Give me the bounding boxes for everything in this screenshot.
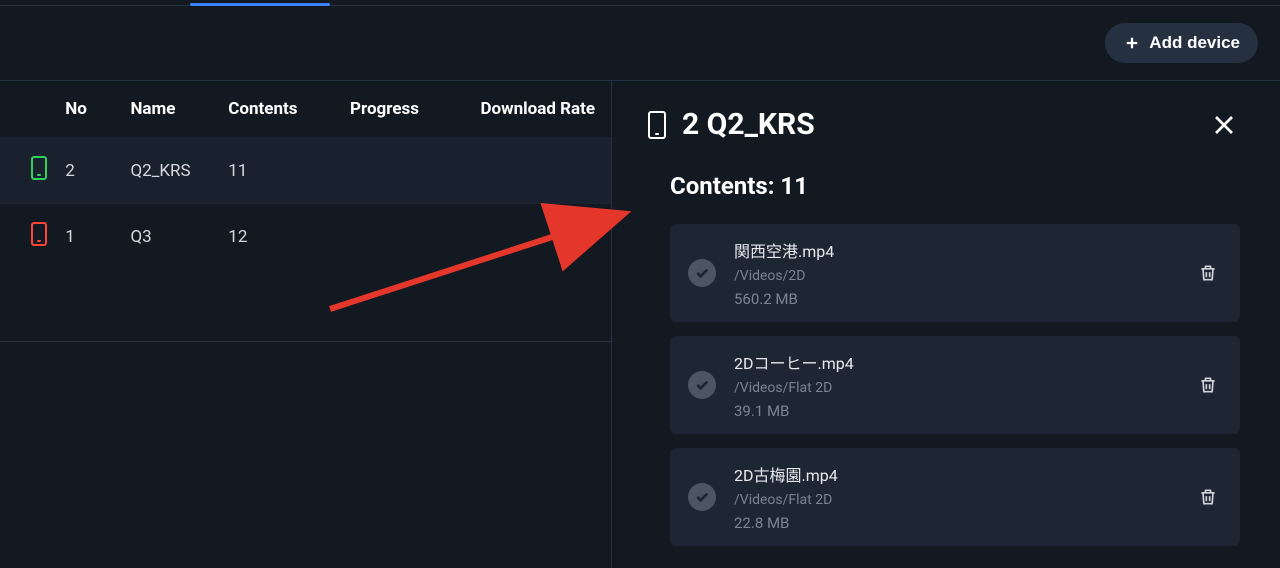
delete-button[interactable] — [1194, 483, 1222, 511]
detail-panel: 2 Q2_KRS Contents: 11 関西空港.mp4 /Videos/2… — [612, 80, 1280, 568]
phone-icon — [648, 111, 666, 139]
col-name: Name — [130, 81, 228, 138]
file-size: 39.1 MB — [734, 402, 1176, 420]
table-row[interactable]: 1 Q3 12 — [0, 204, 611, 270]
contents-count-label: Contents: 11 — [670, 172, 1244, 200]
close-button[interactable] — [1208, 109, 1240, 141]
tab-strip — [0, 0, 1280, 6]
delete-button[interactable] — [1194, 259, 1222, 287]
list-item[interactable]: 2Dコーヒー.mp4 /Videos/Flat 2D 39.1 MB — [670, 336, 1240, 434]
trash-icon — [1198, 487, 1218, 507]
cell-no: 1 — [65, 204, 130, 270]
active-tab-indicator — [190, 3, 330, 6]
file-name: 2D古梅園.mp4 — [734, 462, 1176, 486]
file-list: 関西空港.mp4 /Videos/2D 560.2 MB 2Dコーヒー.mp4 … — [670, 224, 1240, 546]
cell-contents: 12 — [228, 204, 350, 270]
file-path: /Videos/2D — [734, 268, 1176, 284]
col-download-rate: Download Rate — [480, 81, 611, 138]
trash-icon — [1198, 263, 1218, 283]
cell-contents: 11 — [228, 138, 350, 204]
file-name: 関西空港.mp4 — [734, 238, 1176, 262]
trash-icon — [1198, 375, 1218, 395]
file-path: /Videos/Flat 2D — [734, 380, 1176, 396]
file-path: /Videos/Flat 2D — [734, 492, 1176, 508]
list-item[interactable]: 2D古梅園.mp4 /Videos/Flat 2D 22.8 MB — [670, 448, 1240, 546]
col-contents: Contents — [228, 81, 350, 138]
check-circle-icon — [688, 371, 716, 399]
check-circle-icon — [688, 259, 716, 287]
check-circle-icon — [688, 483, 716, 511]
plus-icon — [1123, 34, 1141, 52]
col-progress: Progress — [350, 81, 480, 138]
cell-no: 2 — [65, 138, 130, 204]
delete-button[interactable] — [1194, 371, 1222, 399]
list-item[interactable]: 関西空港.mp4 /Videos/2D 560.2 MB — [670, 224, 1240, 322]
file-size: 22.8 MB — [734, 514, 1176, 532]
device-table-panel: No Name Contents Progress Download Rate … — [0, 80, 612, 568]
close-icon — [1208, 109, 1240, 141]
cell-name: Q2_KRS — [130, 138, 228, 204]
phone-icon — [31, 222, 47, 246]
file-name: 2Dコーヒー.mp4 — [734, 350, 1176, 374]
file-size: 560.2 MB — [734, 290, 1176, 308]
add-device-button[interactable]: Add device — [1105, 23, 1258, 63]
device-table: No Name Contents Progress Download Rate … — [0, 81, 611, 269]
add-device-label: Add device — [1149, 33, 1240, 53]
phone-icon — [31, 156, 47, 180]
col-no: No — [65, 81, 130, 138]
cell-name: Q3 — [130, 204, 228, 270]
toolbar: Add device — [0, 6, 1280, 80]
detail-title: 2 Q2_KRS — [682, 107, 815, 142]
table-row[interactable]: 2 Q2_KRS 11 — [0, 138, 611, 204]
